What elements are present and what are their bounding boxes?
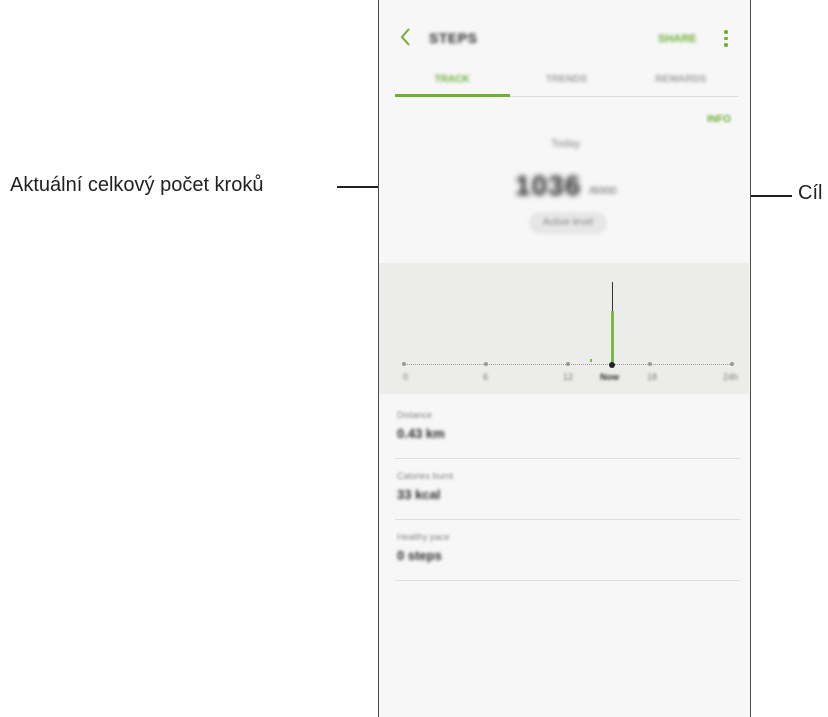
tick-label: 18 [647,372,658,382]
stat-healthy-pace: Healthy pace 0 steps [395,520,740,581]
axis-marker [648,362,652,366]
active-tab-indicator [395,94,510,97]
tick-label: 0 [403,372,409,382]
tick-label-now: Now [600,372,619,382]
step-bar [590,359,592,362]
graph-cursor-dot[interactable] [609,362,615,368]
stat-value: 33 kcal [397,487,441,502]
callout-total-steps: Aktuální celkový počet kroků [10,174,264,196]
step-goal: /6000 [589,185,617,197]
stat-value: 0.43 km [397,426,445,441]
more-vertical-icon[interactable] [722,30,730,48]
step-bar [611,311,614,365]
phone-screen: STEPS SHARE TRACK TRENDS REWARDS INFO To… [378,0,751,717]
step-total: 1036 [515,170,582,201]
active-level-badge: Active level [529,212,607,234]
tab-track[interactable]: TRACK [395,62,509,96]
tab-bar: TRACK TRENDS REWARDS [395,62,738,97]
page-title: STEPS [429,30,478,46]
stat-value: 0 steps [397,548,442,563]
callout-goal: Cíl [798,182,823,204]
tick-label: 12 [563,372,574,382]
tick-label: 24h [723,372,739,382]
chevron-left-icon[interactable] [397,26,415,48]
axis-marker [730,362,734,366]
tick-label: 6 [483,372,489,382]
stat-label: Healthy pace [397,532,450,542]
app-bar: STEPS SHARE [379,0,750,60]
stat-label: Distance [397,410,433,420]
axis-marker [484,362,488,366]
date-label: Today [550,138,581,150]
stat-label: Calories burnt [397,471,454,481]
tab-trends[interactable]: TRENDS [509,62,623,96]
tab-rewards[interactable]: REWARDS [624,62,738,96]
info-button[interactable]: INFO [707,114,731,125]
share-button[interactable]: SHARE [658,33,697,45]
stat-distance: Distance 0.43 km [395,398,740,459]
axis-marker [566,362,570,366]
stat-calories: Calories burnt 33 kcal [395,459,740,520]
axis-marker [402,362,406,366]
